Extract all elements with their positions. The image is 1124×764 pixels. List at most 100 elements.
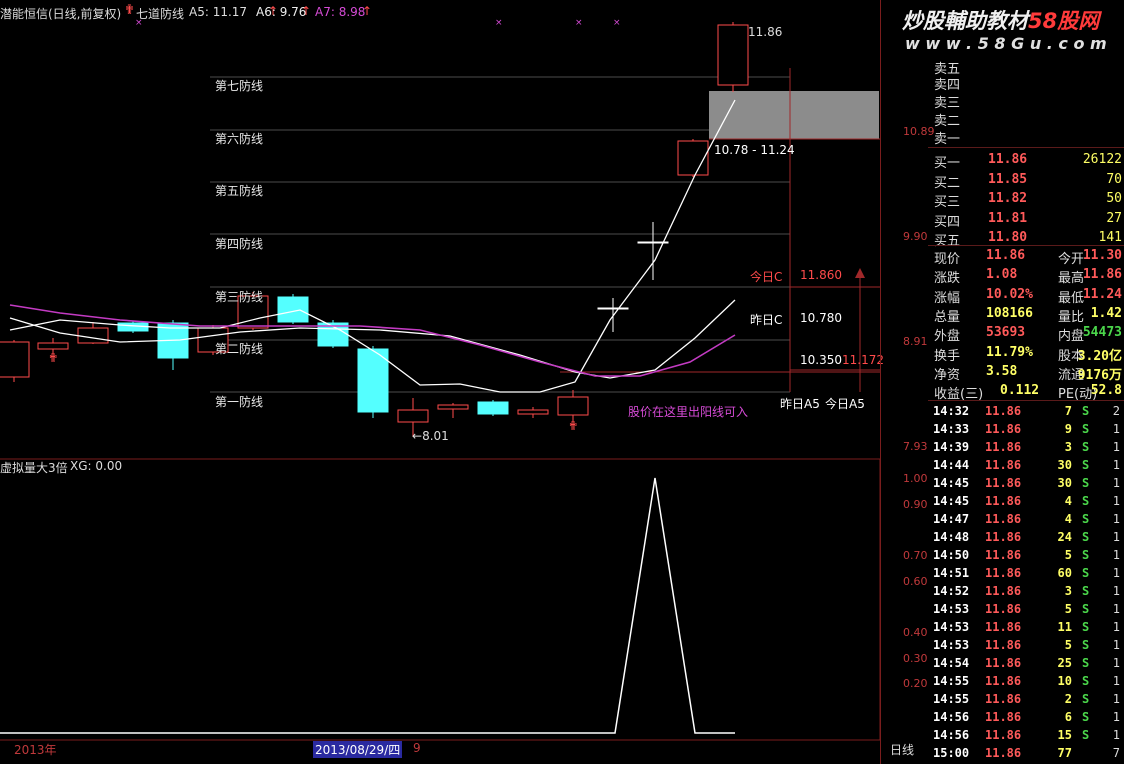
yest-c-value: 10.780 <box>800 311 842 325</box>
tick-price: 11.86 <box>985 458 1022 472</box>
value-10350: 10.350 <box>800 353 842 367</box>
tick-volume: 30 <box>1057 476 1072 490</box>
tick-time: 14:53 <box>933 620 970 634</box>
tick-side: S <box>1082 404 1090 418</box>
quote-label: 涨幅 <box>934 290 961 306</box>
candle-body <box>37 342 69 350</box>
tick-volume: 11 <box>1057 620 1072 634</box>
tick-time: 14:33 <box>933 422 970 436</box>
tick-count: 1 <box>1112 476 1120 490</box>
quote-value: 52.8 <box>1090 383 1122 399</box>
tick-volume: 60 <box>1057 566 1072 580</box>
defense-line-1: 第一防线 <box>215 395 264 409</box>
buy-2-label: 买二 <box>934 175 961 191</box>
tick-time: 14:55 <box>933 674 970 688</box>
candle-body <box>277 296 309 323</box>
quote-value: 0.112 <box>1000 383 1040 399</box>
tick-side: S <box>1082 656 1090 670</box>
quote-value: 3.58 <box>986 363 1018 379</box>
divider <box>928 147 1124 148</box>
defense-line-3: 第三防线 <box>215 290 264 304</box>
tick-side: S <box>1082 584 1090 598</box>
buy-4-volume: 27 <box>1106 210 1122 226</box>
quote-value: 11.86 <box>986 248 1026 263</box>
tick-price: 11.86 <box>985 494 1022 508</box>
tick-volume: 5 <box>1064 638 1072 652</box>
candle-body <box>557 396 589 416</box>
candle-body <box>357 348 389 413</box>
quote-label: 换手 <box>934 348 961 364</box>
tick-side: S <box>1082 620 1090 634</box>
quote-value: 54473 <box>1082 325 1122 341</box>
tick-count: 1 <box>1112 728 1120 742</box>
quote-value: 1.42 <box>1090 305 1122 321</box>
signal-x-icon: × <box>575 18 583 28</box>
tick-volume: 30 <box>1057 458 1072 472</box>
range-label: 10.78 - 11.24 <box>714 143 795 157</box>
buy-5-volume: 141 <box>1098 230 1122 245</box>
tick-time: 14:53 <box>933 638 970 652</box>
tick-time: 14:50 <box>933 548 970 562</box>
quote-label: 最低 <box>1058 290 1085 306</box>
tick-count: 1 <box>1112 530 1120 544</box>
tick-volume: 6 <box>1064 710 1072 724</box>
tick-volume: 15 <box>1057 728 1072 742</box>
buy-4-label: 买四 <box>934 214 961 230</box>
tick-price: 11.86 <box>985 512 1022 526</box>
tick-count: 1 <box>1112 638 1120 652</box>
tick-price: 11.86 <box>985 422 1022 436</box>
tick-side: S <box>1082 458 1090 472</box>
tick-volume: 4 <box>1064 512 1072 526</box>
tick-side: S <box>1082 602 1090 616</box>
quote-value: 11.30 <box>1082 248 1122 263</box>
tick-price: 11.86 <box>985 620 1022 634</box>
sub-indicator-title: 虚拟量大3倍 <box>0 461 68 475</box>
tick-side: S <box>1082 728 1090 742</box>
tick-time: 14:48 <box>933 530 970 544</box>
today-c-label: 今日C <box>750 270 783 284</box>
candle-body <box>77 327 109 344</box>
tick-count: 1 <box>1112 458 1120 472</box>
tick-count: 1 <box>1112 710 1120 724</box>
buy-3-label: 买三 <box>934 195 961 210</box>
candle-body <box>717 24 749 86</box>
quote-value: 53693 <box>986 325 1026 341</box>
tick-side: S <box>1082 548 1090 562</box>
value-11172: 11.172 <box>842 353 884 367</box>
signal-x-icon: × <box>613 18 621 28</box>
chart-canvas: ✟ ✟ × × × × <box>0 18 880 741</box>
sub-indicator-xg: XG: 0.00 <box>70 459 123 473</box>
defense-line-7: 第七防线 <box>215 79 264 93</box>
kline-chart-area[interactable]: 潜能恒信(日线,前复权) ✟ 七道防线 A5: 11.17 ↑ A6: 9.76… <box>0 0 935 764</box>
signal-x-icon: × <box>495 18 503 28</box>
tick-volume: 3 <box>1064 584 1072 598</box>
quote-value: 11.79% <box>986 344 1033 360</box>
tick-side: S <box>1082 710 1090 724</box>
buy-1-volume: 26122 <box>1082 152 1122 167</box>
today-a5-label: 今日A5 <box>825 397 865 411</box>
tick-count: 7 <box>1112 746 1120 760</box>
tick-price: 11.86 <box>985 728 1022 742</box>
quote-label: 今开 <box>1058 252 1085 267</box>
quote-label: 净资 <box>934 367 961 383</box>
defense-line-5: 第五防线 <box>215 184 264 198</box>
tick-volume: 77 <box>1057 746 1072 760</box>
tick-side: S <box>1082 422 1090 436</box>
month-label: 9 <box>413 741 421 755</box>
buy-4-price: 11.81 <box>988 210 1028 226</box>
tick-side: S <box>1082 512 1090 526</box>
tick-count: 1 <box>1112 620 1120 634</box>
tick-count: 1 <box>1112 422 1120 436</box>
quote-label: 量比 <box>1058 309 1085 325</box>
buy-1-price: 11.86 <box>988 152 1028 167</box>
low-price-value: 8.01 <box>422 429 449 443</box>
yest-c-label: 昨日C <box>750 313 783 327</box>
tick-count: 1 <box>1112 566 1120 580</box>
sell-2-label: 卖二 <box>934 114 961 129</box>
quote-value: 11.86 <box>1082 267 1122 283</box>
tick-count: 1 <box>1112 692 1120 706</box>
tick-count: 1 <box>1112 548 1120 562</box>
tick-price: 11.86 <box>985 692 1022 706</box>
tick-price: 11.86 <box>985 746 1022 760</box>
tick-time: 14:39 <box>933 440 970 454</box>
